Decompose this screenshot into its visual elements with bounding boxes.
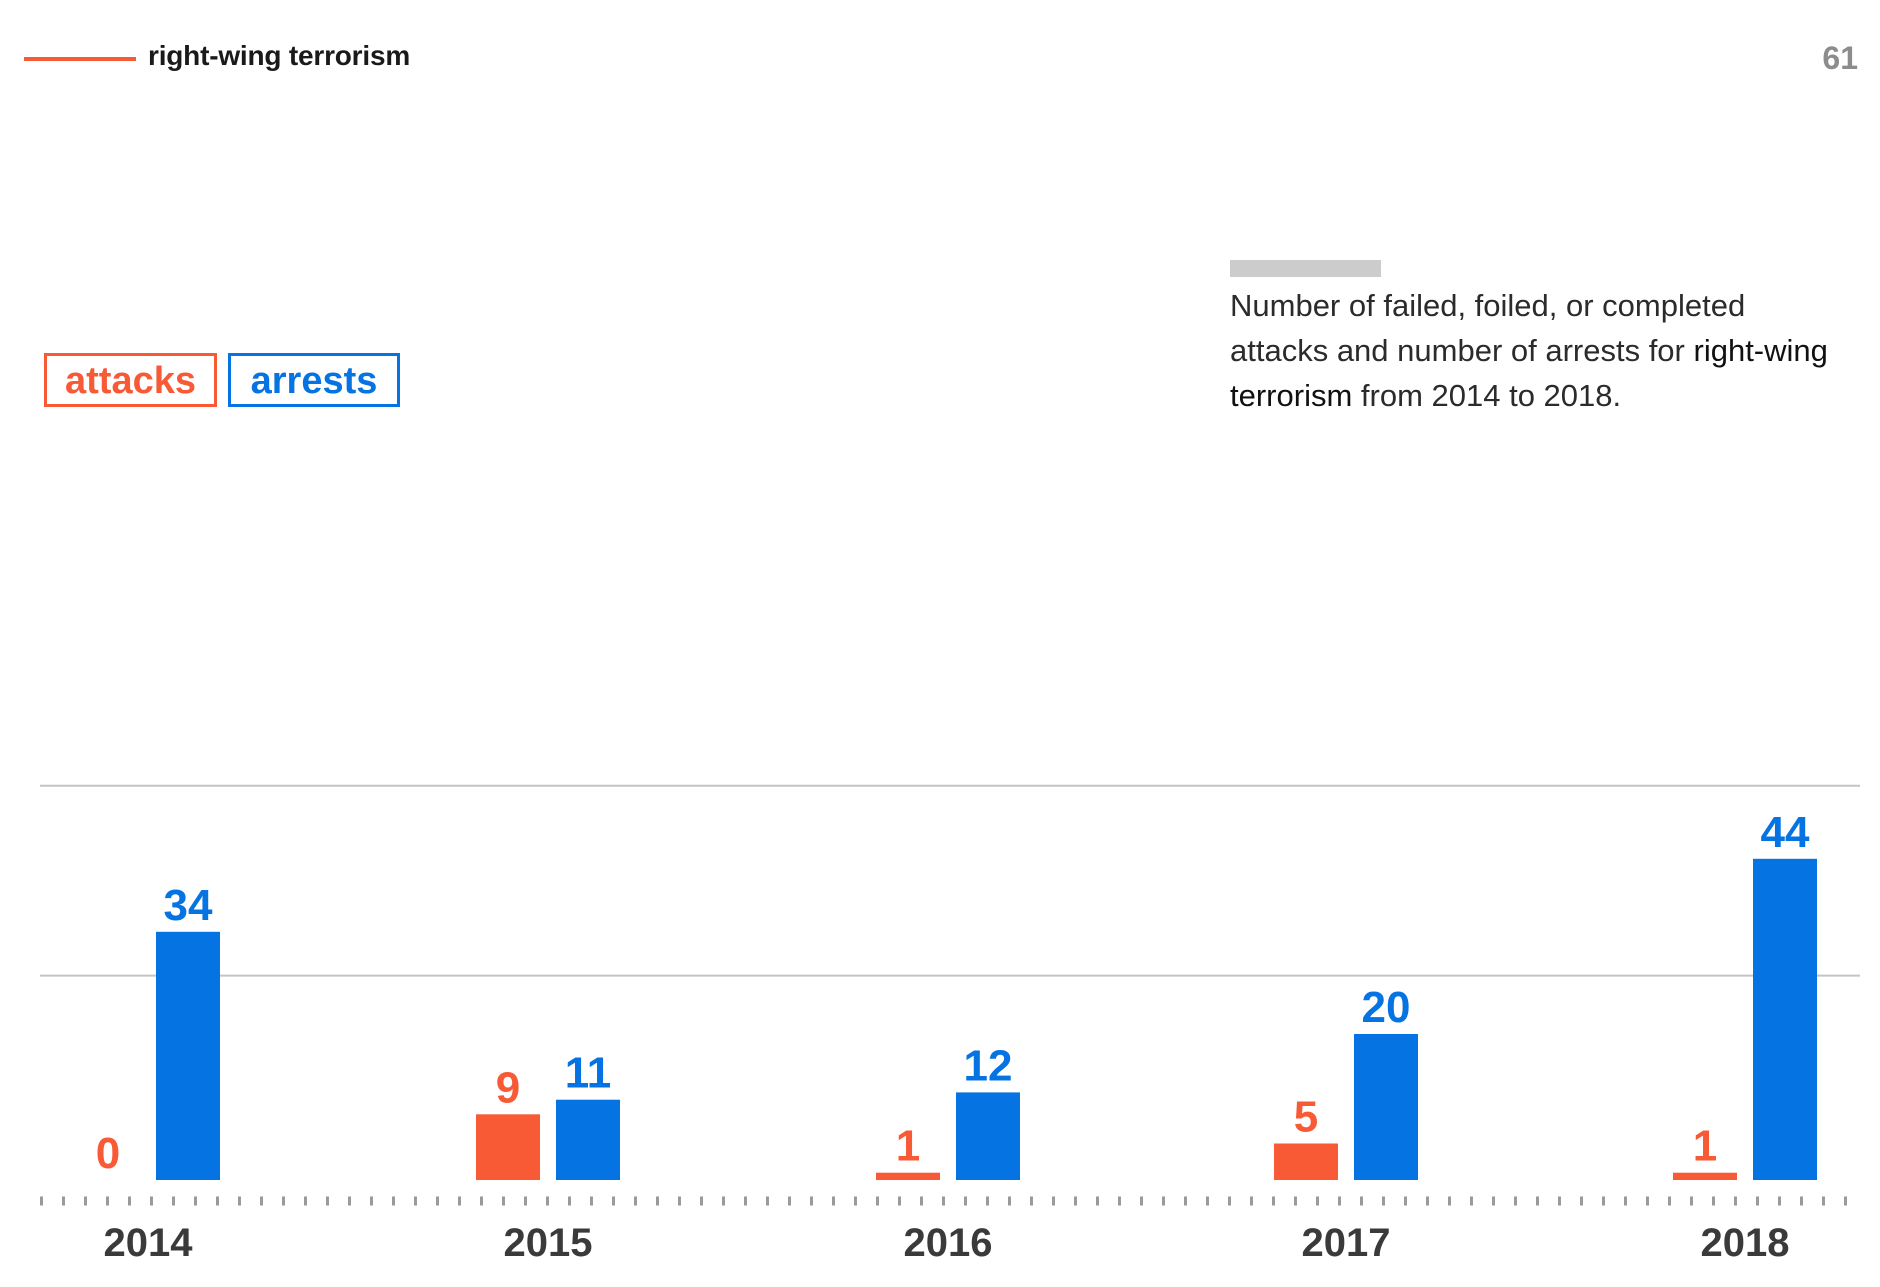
bar-attacks-2017 [1274,1143,1338,1180]
bar-attacks-2015 [476,1114,540,1180]
data-label-attacks-2014: 0 [96,1129,120,1178]
bar-arrests-2016 [956,1092,1020,1180]
bar-arrests-2018 [1753,858,1817,1180]
data-label-attacks-2018: 1 [1693,1122,1717,1171]
x-tick-label-2014: 2014 [104,1221,194,1265]
x-tick-label-2018: 2018 [1701,1221,1790,1265]
bar-arrests-2015 [556,1099,620,1180]
page: right-wing terrorism 61 attacks arrests … [0,0,1880,1287]
bar-attacks-2016 [876,1172,940,1180]
data-label-attacks-2017: 5 [1294,1093,1318,1142]
bar-arrests-2017 [1354,1034,1418,1180]
x-tick-label-2015: 2015 [504,1221,593,1265]
bar-arrests-2014 [156,931,220,1180]
data-label-arrests-2014: 34 [164,881,213,930]
bar-attacks-2018 [1673,1172,1737,1180]
data-label-arrests-2015: 11 [565,1049,612,1098]
data-label-arrests-2018: 44 [1761,808,1810,857]
data-label-attacks-2015: 9 [496,1063,520,1112]
x-tick-label-2017: 2017 [1302,1221,1391,1265]
x-tick-label-2016: 2016 [904,1221,993,1265]
data-label-attacks-2016: 1 [896,1122,920,1171]
data-label-arrests-2016: 12 [964,1041,1013,1090]
bar-chart: 0 9 1 5 1 34 11 12 20 44 2014 2015 2016 2017 2018 [40,784,1860,1265]
data-label-arrests-2017: 20 [1362,983,1411,1032]
